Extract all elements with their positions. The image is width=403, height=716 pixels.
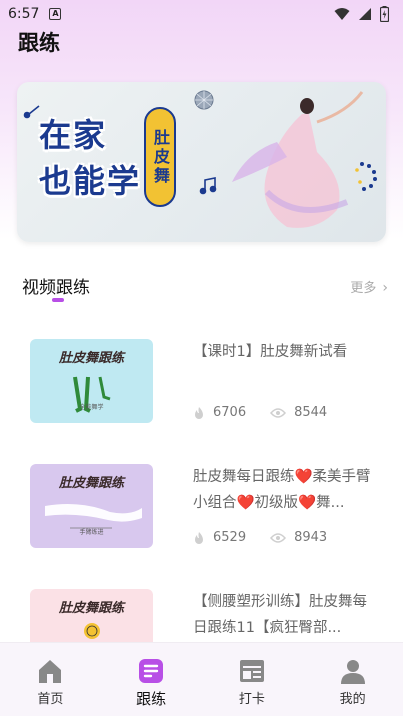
thumbnail-subtitle: 全能舞学 — [79, 404, 104, 411]
battery-icon — [380, 6, 389, 22]
status-time: 6:57 — [8, 6, 40, 22]
video-title: 【侧腰塑形训练】肚皮舞每日跟练11【疯狂臀部... — [193, 594, 367, 636]
checkin-icon — [239, 660, 264, 682]
status-bar: 6:57 A — [0, 0, 403, 28]
nav-profile[interactable]: 我的 — [302, 643, 403, 716]
banner-pill-label: 肚皮舞 — [144, 107, 176, 207]
section-title: 视频跟练 — [22, 278, 90, 298]
video-stats: 6706 8544 — [193, 405, 351, 420]
profile-icon — [340, 660, 365, 684]
eye-icon — [270, 407, 287, 418]
nav-profile-label: 我的 — [339, 692, 366, 707]
notification-icon: A — [49, 8, 62, 20]
section-underline — [52, 298, 64, 302]
video-list-item[interactable]: 肚皮舞跟练 【侧腰塑形训练】肚皮舞每日跟练11【疯狂臀部... — [30, 589, 375, 642]
bottom-navigation: 首页 跟练 打卡 我的 — [0, 642, 403, 716]
video-title: 【课时1】肚皮舞新试看 — [193, 344, 348, 360]
home-icon — [39, 660, 62, 683]
nav-home-label: 首页 — [37, 692, 64, 707]
likes-stat: 6706 — [193, 405, 246, 420]
banner-headline-line1: 在家 — [39, 116, 108, 154]
views-stat: 8943 — [270, 530, 327, 545]
views-count: 8943 — [294, 530, 328, 545]
more-link[interactable]: 更多 › — [350, 277, 388, 296]
section-header-video-practice: 视频跟练 更多 › — [22, 273, 388, 302]
likes-count: 6706 — [213, 405, 247, 420]
flame-icon — [195, 531, 203, 544]
chevron-right-icon: › — [382, 280, 388, 296]
video-thumbnail: 肚皮舞跟练 — [30, 589, 153, 642]
page-title: 跟练 — [18, 31, 60, 55]
video-thumbnail: 肚皮舞跟练 手臂练进 — [30, 464, 153, 548]
eye-icon — [270, 532, 287, 543]
video-thumbnail: 肚皮舞跟练 全能舞学 — [30, 339, 153, 423]
more-label: 更多 — [350, 281, 377, 296]
likes-count: 6529 — [213, 530, 247, 545]
video-list-item[interactable]: 肚皮舞跟练 手臂练进 肚皮舞每日跟练❤️柔美手臂小组合❤️初级版❤️舞... 6… — [30, 464, 375, 550]
banner-headline-line2: 也能学 — [39, 162, 142, 200]
video-title: 肚皮舞每日跟练❤️柔美手臂小组合❤️初级版❤️舞... — [193, 469, 371, 511]
video-list-item[interactable]: 肚皮舞跟练 全能舞学 【课时1】肚皮舞新试看 6706 8544 — [30, 339, 375, 425]
promo-banner[interactable]: 在家 也能学 肚皮舞 — [17, 82, 386, 242]
nav-checkin-label: 打卡 — [238, 692, 265, 707]
likes-stat: 6529 — [193, 530, 246, 545]
clock-illustration — [84, 623, 100, 639]
nav-checkin[interactable]: 打卡 — [202, 643, 303, 716]
nav-home[interactable]: 首页 — [0, 643, 101, 716]
wifi-icon — [334, 8, 350, 20]
thumbnail-subtitle: 手臂练进 — [79, 529, 104, 536]
nav-practice-label: 跟练 — [136, 690, 167, 708]
banner-headline: 在家 也能学 — [39, 112, 159, 204]
practice-icon — [139, 659, 164, 683]
views-stat: 8544 — [270, 405, 327, 420]
flame-icon — [195, 406, 203, 419]
nav-practice[interactable]: 跟练 — [101, 643, 202, 716]
views-count: 8544 — [294, 405, 328, 420]
signal-icon — [359, 8, 371, 20]
status-icons — [334, 6, 389, 22]
video-stats: 6529 8943 — [193, 530, 351, 545]
